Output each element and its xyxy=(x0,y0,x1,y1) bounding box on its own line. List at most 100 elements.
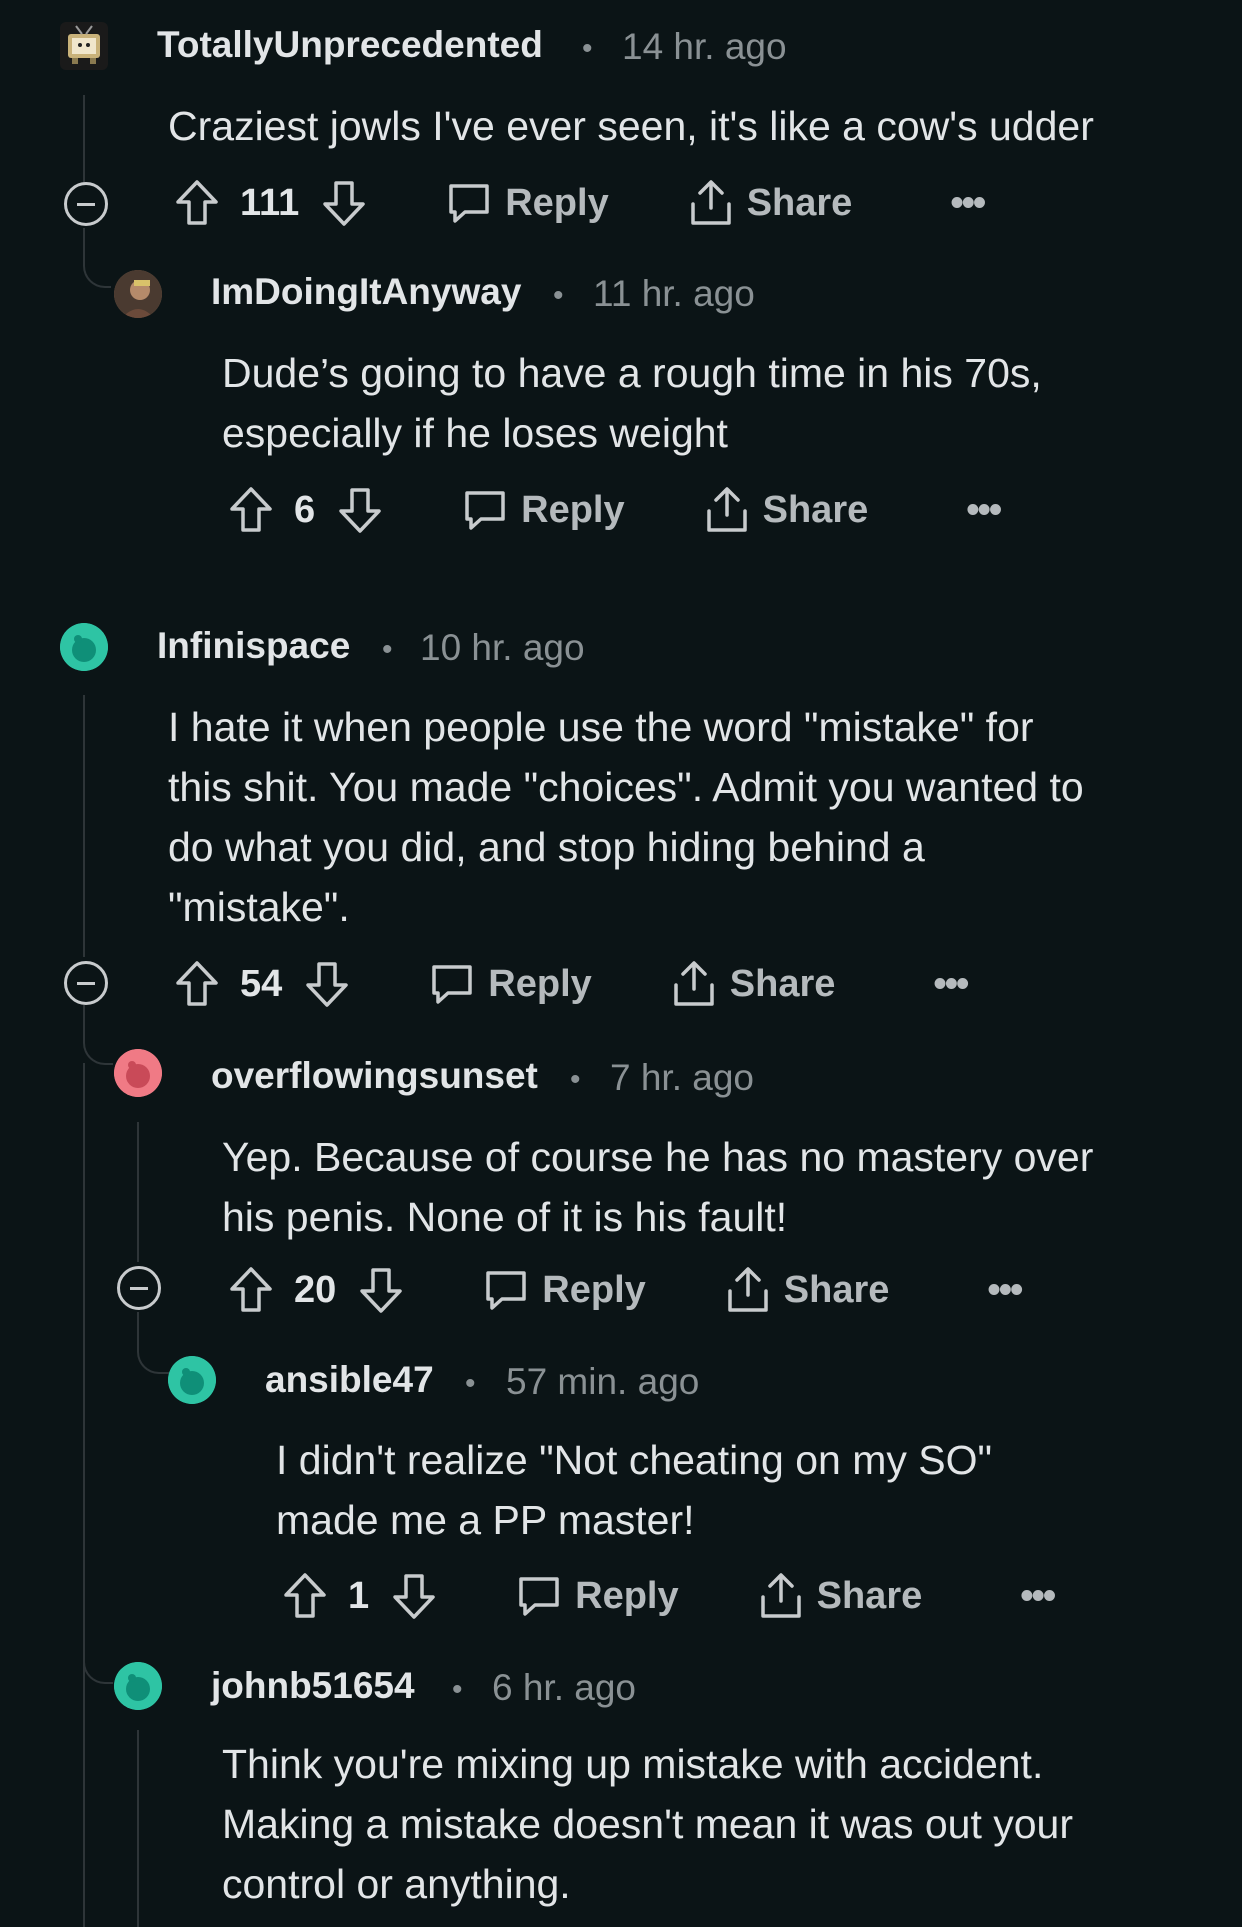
more-options-icon[interactable]: ••• xyxy=(966,489,1002,532)
thread-line xyxy=(83,695,85,957)
avatar[interactable] xyxy=(114,270,162,318)
share-icon xyxy=(690,180,731,225)
reply-button[interactable]: Reply xyxy=(428,961,592,1007)
downvote-button[interactable] xyxy=(304,959,350,1009)
thread-line xyxy=(83,95,85,185)
separator-dot: • xyxy=(582,32,593,65)
tv-avatar-icon xyxy=(68,25,100,64)
comment-body: I hate it when people use the word "mist… xyxy=(168,704,1084,930)
vote-score: 1 xyxy=(348,1574,370,1617)
thread-connector xyxy=(83,1622,113,1684)
username[interactable]: ImDoingItAnyway xyxy=(211,271,521,313)
thread-line xyxy=(137,1730,139,1927)
comment-body: Think you're mixing up mistake with acci… xyxy=(222,1741,1074,1907)
comment-actions: 6 Reply Share ••• xyxy=(228,480,1002,540)
vote-score: 54 xyxy=(240,962,283,1005)
reply-button[interactable]: Reply xyxy=(445,180,609,226)
share-button[interactable]: Share xyxy=(703,485,869,535)
vote-score: 111 xyxy=(240,181,300,224)
upvote-icon xyxy=(230,487,272,532)
more-options-icon[interactable]: ••• xyxy=(933,963,969,1006)
comment-actions: 54 Reply Share ••• xyxy=(174,954,969,1014)
thread-line xyxy=(83,1063,85,1927)
comment-bubble-icon xyxy=(432,965,473,1004)
timestamp: 11 hr. ago xyxy=(593,273,755,314)
comment-bubble-icon xyxy=(465,491,505,530)
comment-body: I didn't realize "Not cheating on my SO"… xyxy=(276,1437,993,1543)
upvote-button[interactable] xyxy=(174,959,220,1009)
downvote-icon xyxy=(323,181,365,226)
avatar[interactable] xyxy=(114,1049,162,1097)
upvote-button[interactable] xyxy=(228,485,274,535)
share-button[interactable]: Share xyxy=(687,178,853,228)
share-label: Share xyxy=(783,1268,890,1311)
reply-button[interactable]: Reply xyxy=(461,487,625,533)
collapse-button[interactable] xyxy=(64,961,108,1005)
downvote-icon xyxy=(393,1574,435,1619)
more-options-icon[interactable]: ••• xyxy=(987,1269,1023,1312)
thread-connector xyxy=(83,1005,113,1065)
reply-label: Reply xyxy=(505,181,609,224)
share-label: Share xyxy=(729,962,836,1005)
share-button[interactable]: Share xyxy=(724,1265,890,1315)
collapse-button[interactable] xyxy=(117,1266,161,1310)
username[interactable]: Infinispace xyxy=(157,625,350,667)
comment-body: Craziest jowls I've ever seen, it's like… xyxy=(168,103,1094,149)
timestamp: 57 min. ago xyxy=(506,1361,700,1402)
comment-body: Yep. Because of course he has no mastery… xyxy=(222,1134,1094,1240)
thread-connector xyxy=(137,1312,169,1374)
comment-actions: 1 Reply Share ••• xyxy=(282,1566,1056,1626)
share-label: Share xyxy=(762,488,869,531)
avatar[interactable] xyxy=(168,1356,216,1404)
upvote-button[interactable] xyxy=(282,1571,328,1621)
username[interactable]: ansible47 xyxy=(265,1359,434,1401)
separator-dot: • xyxy=(553,279,564,312)
reply-label: Reply xyxy=(575,1574,679,1617)
reply-label: Reply xyxy=(521,488,625,531)
avatar[interactable] xyxy=(114,1662,162,1710)
downvote-button[interactable] xyxy=(358,1265,404,1315)
comment-actions: 111 Reply Share ••• xyxy=(174,173,986,233)
upvote-icon xyxy=(230,1267,272,1312)
snoo-avatar-icon xyxy=(114,1662,162,1710)
separator-dot: • xyxy=(570,1063,581,1096)
comment-bubble-icon xyxy=(486,1271,527,1310)
share-icon xyxy=(728,1267,768,1312)
share-icon xyxy=(706,487,747,532)
upvote-button[interactable] xyxy=(228,1265,274,1315)
username[interactable]: overflowingsunset xyxy=(211,1055,538,1097)
separator-dot: • xyxy=(382,633,393,666)
upvote-icon xyxy=(176,961,218,1006)
snoo-avatar-icon xyxy=(114,1049,162,1097)
avatar[interactable] xyxy=(60,22,108,70)
share-label: Share xyxy=(816,1574,923,1617)
timestamp: 6 hr. ago xyxy=(492,1667,637,1708)
comment-body: Dude’s going to have a rough time in his… xyxy=(222,350,1042,456)
timestamp: 7 hr. ago xyxy=(610,1057,755,1098)
downvote-button[interactable] xyxy=(391,1571,437,1621)
upvote-icon xyxy=(176,180,218,225)
share-button[interactable]: Share xyxy=(757,1571,923,1621)
more-options-icon[interactable]: ••• xyxy=(950,182,986,225)
snoo-avatar-icon xyxy=(60,623,108,671)
share-icon xyxy=(760,1573,801,1618)
reply-label: Reply xyxy=(488,962,592,1005)
username[interactable]: TotallyUnprecedented xyxy=(157,24,543,66)
downvote-button[interactable] xyxy=(337,485,383,535)
avatar[interactable] xyxy=(60,623,108,671)
comment-bubble-icon xyxy=(449,184,489,223)
downvote-button[interactable] xyxy=(321,178,367,228)
reply-button[interactable]: Reply xyxy=(482,1267,646,1313)
separator-dot: • xyxy=(465,1367,476,1400)
snoo-avatar-icon xyxy=(168,1356,216,1404)
upvote-button[interactable] xyxy=(174,178,220,228)
share-label: Share xyxy=(746,181,853,224)
more-options-icon[interactable]: ••• xyxy=(1020,1575,1056,1618)
share-button[interactable]: Share xyxy=(670,959,836,1009)
thread-line xyxy=(137,1122,139,1262)
reply-button[interactable]: Reply xyxy=(515,1573,679,1619)
timestamp: 14 hr. ago xyxy=(622,26,787,67)
collapse-button[interactable] xyxy=(64,182,108,226)
username[interactable]: johnb51654 xyxy=(211,1665,415,1707)
upvote-icon xyxy=(284,1573,326,1618)
